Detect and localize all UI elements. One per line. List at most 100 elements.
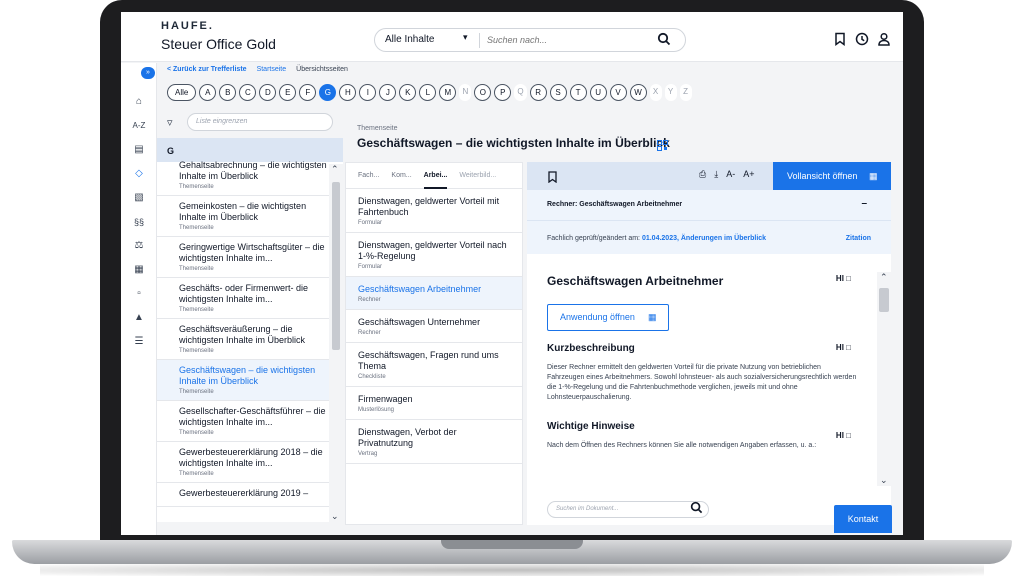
letter-u-button[interactable]: U: [589, 84, 607, 101]
list-item[interactable]: Gesellschafter-Geschäftsführer – die wic…: [157, 401, 343, 442]
document-icon[interactable]: ▧: [130, 189, 148, 207]
letter-h-button[interactable]: H: [339, 84, 357, 101]
back-to-results-link[interactable]: < Zurück zur Trefferliste: [167, 66, 247, 73]
bookmark-icon[interactable]: □: [846, 431, 851, 440]
letter-l-button[interactable]: L: [419, 84, 437, 101]
graduation-icon[interactable]: ▲: [130, 309, 148, 327]
document-item[interactable]: Geschäftswagen Unternehmer Rechner: [346, 310, 522, 343]
letter-f-button[interactable]: F: [299, 84, 317, 101]
detail-scrollbar[interactable]: ⌃ ⌄: [877, 272, 891, 486]
hi-badge[interactable]: HI □: [836, 343, 851, 352]
letter-a-button[interactable]: A: [199, 84, 217, 101]
document-item[interactable]: Firmenwagen Musterlösung: [346, 387, 522, 420]
list-item[interactable]: Gewerbesteuererklärung 2019 –: [157, 483, 343, 507]
print-icon[interactable]: ⎙: [699, 169, 706, 180]
letter-d-button[interactable]: D: [259, 84, 277, 101]
list-item[interactable]: Geringwertige Wirtschaftsgüter – die wic…: [157, 237, 343, 278]
list-scroll-thumb[interactable]: [332, 182, 340, 350]
user-icon[interactable]: [877, 32, 891, 46]
chevron-up-icon[interactable]: ⌃: [331, 164, 339, 175]
letter-t-button[interactable]: T: [569, 84, 587, 101]
tag-icon[interactable]: ◇: [130, 165, 148, 183]
letter-s-button[interactable]: S: [549, 84, 567, 101]
document-item[interactable]: Geschäftswagen, Fragen rund ums Thema Che…: [346, 343, 522, 387]
home-icon[interactable]: ⌂: [130, 93, 148, 111]
document-tab[interactable]: Arbei...: [423, 172, 448, 189]
search-icon[interactable]: [657, 32, 671, 51]
scope-select[interactable]: Alle Inhalte: [385, 34, 434, 45]
letter-c-button[interactable]: C: [239, 84, 257, 101]
document-tab[interactable]: Kom...: [391, 172, 411, 188]
changes-overview-link[interactable]: 01.04.2023, Änderungen im Überblick: [642, 235, 766, 242]
document-item[interactable]: Dienstwagen, geldwerter Vorteil mit Fahr…: [346, 189, 522, 233]
citation-link[interactable]: Zitation: [846, 235, 871, 242]
letter-j-button[interactable]: J: [379, 84, 397, 101]
hi-badge[interactable]: HI □: [836, 274, 851, 283]
alphabet-all-button[interactable]: Alle: [167, 84, 197, 101]
letter-b-button[interactable]: B: [219, 84, 237, 101]
list-item[interactable]: Geschäfts- oder Firmenwert- die wichtigs…: [157, 278, 343, 319]
list-scrollbar[interactable]: ⌃ ⌄: [329, 164, 343, 522]
chevron-down-icon[interactable]: ⌄: [331, 511, 339, 522]
letter-m-button[interactable]: M: [439, 84, 457, 101]
document-item-title: Dienstwagen, Verbot der Privatnutzung: [358, 427, 457, 448]
font-increase-button[interactable]: A+: [743, 169, 754, 180]
letter-v-button[interactable]: V: [609, 84, 627, 101]
az-index-icon[interactable]: A-Z: [130, 117, 148, 135]
list-item-title: Geschäftsveräußerung – die wichtigsten I…: [179, 324, 306, 345]
history-icon[interactable]: [855, 32, 869, 46]
form-icon[interactable]: ▫: [130, 285, 148, 303]
bookmark-icon[interactable]: [547, 170, 558, 188]
chevron-up-icon[interactable]: ⌃: [880, 272, 888, 283]
breadcrumb-home-link[interactable]: Startseite: [257, 66, 287, 73]
list-item[interactable]: Gehaltsabrechnung – die wichtigsten Inha…: [157, 155, 343, 196]
scales-icon[interactable]: ⚖: [130, 237, 148, 255]
list-item[interactable]: Geschäftsveräußerung – die wichtigsten I…: [157, 319, 343, 360]
document-tab[interactable]: Weiterbild...: [459, 172, 496, 188]
list-item[interactable]: Gemeinkosten – die wichtigsten Inhalte i…: [157, 196, 343, 237]
font-decrease-button[interactable]: A-: [726, 169, 735, 180]
bookmark-icon[interactable]: □: [846, 343, 851, 352]
full-view-button[interactable]: Vollansicht öffnen ▦: [773, 162, 891, 190]
document-item[interactable]: Dienstwagen, geldwerter Vorteil nach 1-%…: [346, 233, 522, 277]
list-item[interactable]: Geschäftswagen – die wichtigsten Inhalte…: [157, 360, 343, 401]
list-filter-input[interactable]: Liste eingrenzen: [187, 113, 333, 131]
detail-scroll-thumb[interactable]: [879, 288, 889, 312]
expand-icon[interactable]: »: [141, 67, 155, 79]
paragraph-icon[interactable]: §§: [130, 213, 148, 231]
contact-button[interactable]: Kontakt: [834, 505, 892, 533]
letter-r-button[interactable]: R: [529, 84, 547, 101]
filter-icon[interactable]: ▿: [167, 116, 173, 129]
collapse-button[interactable]: –: [861, 198, 867, 209]
app-header: HAUFE. Steuer Office Gold Alle Inhalte ▾: [121, 12, 903, 62]
download-icon[interactable]: ⤓: [714, 169, 718, 180]
letter-o-button[interactable]: O: [474, 84, 492, 101]
chevron-down-icon[interactable]: ⌄: [880, 475, 888, 486]
document-item[interactable]: Geschäftswagen Arbeitnehmer Rechner: [346, 277, 522, 310]
calculator-header[interactable]: Rechner: Geschäftswagen Arbeitnehmer –: [527, 190, 891, 220]
bookmark-icon[interactable]: □: [846, 274, 851, 283]
list-item[interactable]: Gewerbesteuererklärung 2018 – die wichti…: [157, 442, 343, 483]
letter-g-button[interactable]: G: [319, 84, 337, 101]
book-icon[interactable]: ▤: [130, 141, 148, 159]
document-item[interactable]: Dienstwagen, Verbot der Privatnutzung Ver…: [346, 420, 522, 464]
letter-p-button[interactable]: P: [494, 84, 512, 101]
letter-e-button[interactable]: E: [279, 84, 297, 101]
qr-code-icon[interactable]: [657, 138, 668, 156]
open-application-button[interactable]: Anwendung öffnen ▦: [547, 304, 669, 331]
chevron-down-icon[interactable]: ▾: [463, 32, 468, 43]
search-input[interactable]: [487, 32, 647, 48]
checklist-icon[interactable]: ☰: [130, 333, 148, 351]
calculator-icon[interactable]: ▦: [130, 261, 148, 279]
letter-i-button[interactable]: I: [359, 84, 377, 101]
letter-k-button[interactable]: K: [399, 84, 417, 101]
search-icon[interactable]: [690, 501, 703, 519]
hi-badge[interactable]: HI □: [836, 431, 851, 440]
list-item-type: Themenseite: [179, 307, 214, 313]
bookmark-icon[interactable]: [833, 32, 847, 46]
app-screen: HAUFE. Steuer Office Gold Alle Inhalte ▾…: [121, 12, 903, 535]
letter-w-button[interactable]: W: [629, 84, 647, 101]
document-tab[interactable]: Fach...: [358, 172, 379, 188]
letter-q-button: Q: [514, 84, 527, 101]
document-search-input[interactable]: Suchen im Dokument...: [547, 501, 709, 518]
